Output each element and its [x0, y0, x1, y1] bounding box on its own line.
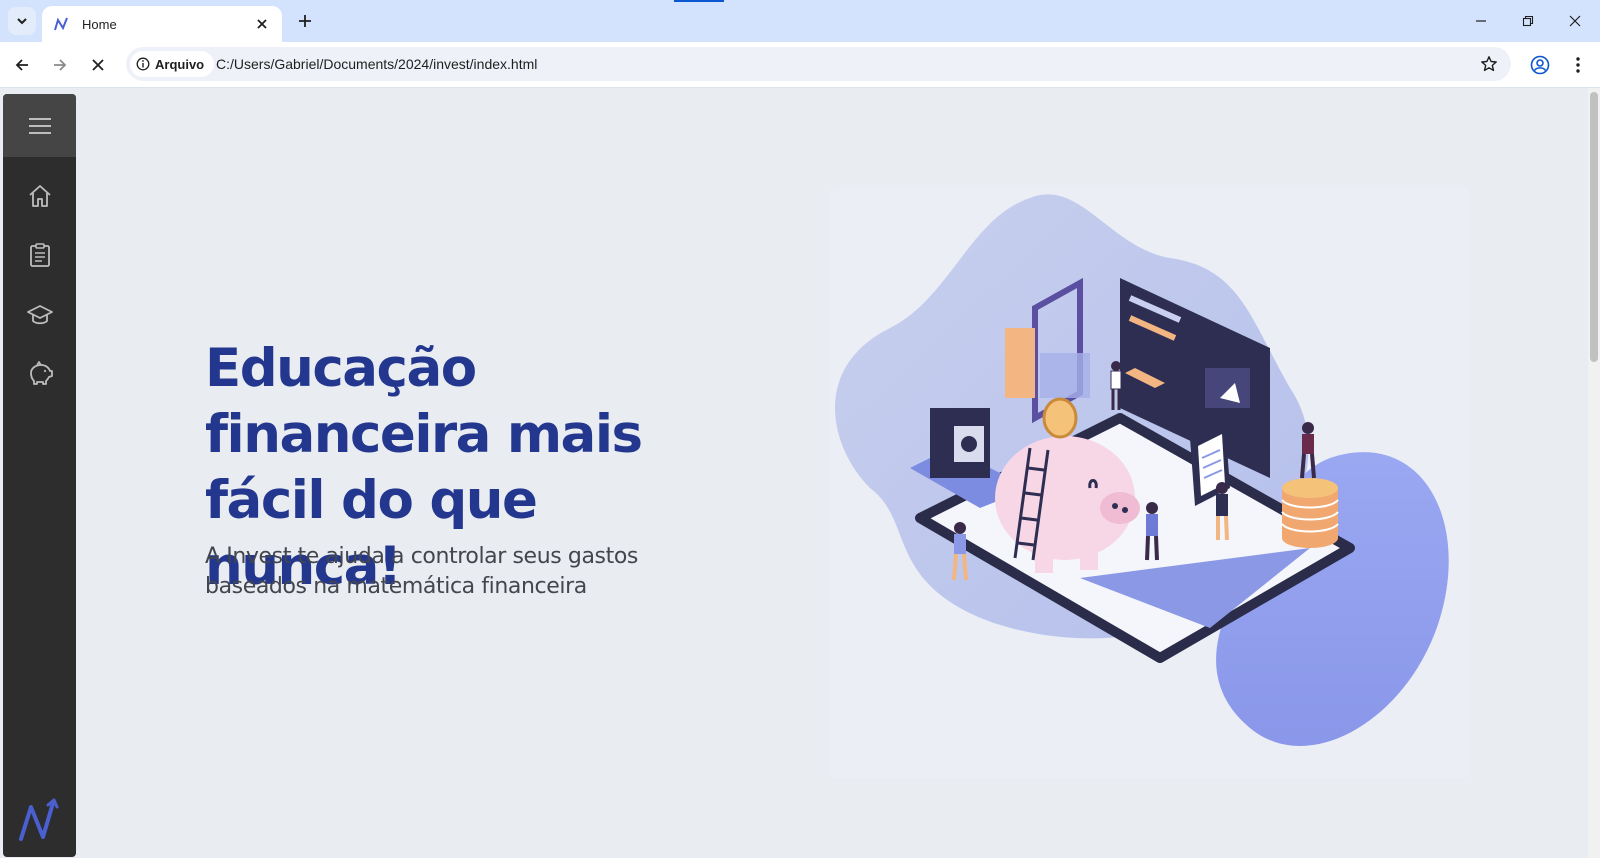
sidebar-item-savings[interactable]	[3, 352, 76, 396]
tab-strip: Home	[0, 0, 1600, 42]
back-button[interactable]	[8, 51, 36, 79]
kebab-menu-icon	[1576, 57, 1580, 73]
browser-tab[interactable]: Home	[42, 6, 282, 42]
plus-icon	[299, 15, 311, 27]
hamburger-icon	[28, 117, 51, 134]
page-viewport: Educação financeira mais fácil do que nu…	[0, 88, 1588, 858]
sidebar	[3, 94, 76, 857]
restore-button[interactable]	[1515, 8, 1541, 34]
finance-illustration	[830, 188, 1470, 778]
clipboard-icon	[29, 243, 50, 267]
sidebar-menu-toggle[interactable]	[3, 94, 76, 157]
tab-close-icon[interactable]	[252, 14, 272, 34]
forward-button[interactable]	[46, 51, 74, 79]
new-tab-button[interactable]	[294, 10, 316, 32]
chevron-down-icon	[17, 18, 27, 25]
minimize-button[interactable]	[1468, 8, 1494, 34]
sidebar-item-education[interactable]	[3, 293, 76, 337]
arrow-right-icon	[54, 59, 67, 71]
security-label: Arquivo	[155, 56, 205, 72]
arrow-left-icon	[15, 59, 28, 71]
hero-subtitle: A Invest te ajuda a controlar seus gasto…	[205, 544, 638, 599]
info-icon	[136, 57, 150, 71]
page-scrollbar[interactable]	[1588, 88, 1600, 858]
url-text[interactable]: C:/Users/Gabriel/Documents/2024/invest/i…	[216, 56, 537, 72]
home-icon	[28, 185, 51, 207]
profile-icon	[1530, 55, 1550, 75]
close-icon	[92, 59, 104, 71]
site-info-chip[interactable]: Arquivo	[130, 51, 215, 77]
scrollbar-thumb[interactable]	[1590, 92, 1598, 362]
tab-title: Home	[82, 16, 117, 32]
coin	[1042, 397, 1078, 439]
piggy-bank-icon	[29, 361, 53, 385]
profile-button[interactable]	[1526, 51, 1554, 79]
restore-icon	[1522, 15, 1534, 27]
sidebar-item-reports[interactable]	[3, 233, 76, 277]
close-window-button[interactable]	[1562, 8, 1588, 34]
tab-search-button[interactable]	[8, 7, 36, 35]
address-bar[interactable]: Arquivo C:/Users/Gabriel/Documents/2024/…	[126, 47, 1511, 81]
star-icon	[1481, 56, 1497, 72]
graduation-cap-icon	[26, 305, 53, 325]
tab-indicator	[674, 0, 724, 2]
close-icon	[1569, 15, 1581, 27]
bookmark-button[interactable]	[1477, 52, 1501, 76]
invest-logo-icon[interactable]	[17, 797, 61, 843]
stop-loading-button[interactable]	[84, 51, 112, 79]
coin-stack	[1281, 478, 1339, 548]
minimize-icon	[1476, 20, 1486, 22]
sidebar-item-home[interactable]	[3, 174, 76, 218]
browser-menu-button[interactable]	[1564, 51, 1592, 79]
invest-logo-icon	[52, 15, 70, 33]
browser-toolbar: Arquivo C:/Users/Gabriel/Documents/2024/…	[0, 42, 1600, 88]
